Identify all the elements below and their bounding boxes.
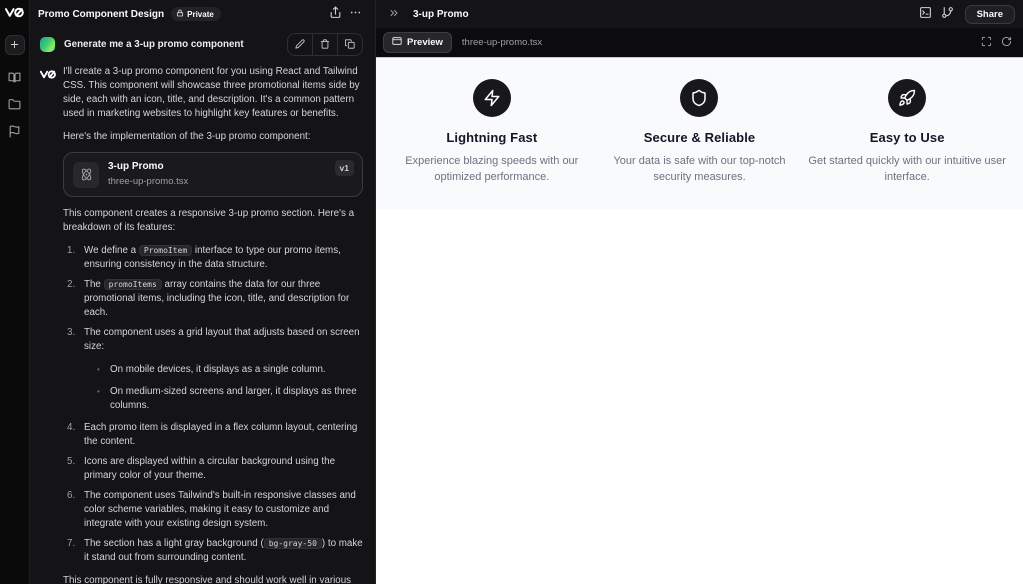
sidebar-item-feedback[interactable] [6, 124, 24, 142]
promo-description: Get started quickly with our intuitive u… [808, 155, 1006, 183]
sidebar-item-projects[interactable] [6, 97, 24, 115]
edit-message-button[interactable] [288, 34, 312, 55]
zap-icon [472, 79, 511, 117]
privacy-label: Private [187, 9, 214, 19]
share-chat-button[interactable] [325, 4, 345, 24]
assistant-message-body: I'll create a 3-up promo component for y… [63, 65, 363, 584]
promo-item: Lightning Fast Experience blazing speeds… [392, 79, 592, 185]
user-message-text: Generate me a 3-up promo component [64, 38, 244, 50]
promo-title: Secure & Reliable [643, 130, 756, 145]
copy-icon [345, 37, 355, 52]
nav-rail [0, 0, 30, 584]
assistant-paragraph: I'll create a 3-up promo component for y… [63, 66, 360, 119]
feature-list-item: 7. The section has a light gray backgroun… [67, 538, 363, 563]
version-badge: v1 [334, 160, 354, 176]
book-open-icon [8, 71, 21, 87]
git-branch-icon [941, 6, 954, 22]
lock-icon [176, 9, 184, 19]
flag-icon [8, 125, 21, 141]
user-avatar [40, 36, 55, 52]
component-icon [73, 161, 99, 188]
pencil-icon [295, 37, 305, 52]
maximize-icon [981, 35, 992, 50]
plus-icon [9, 38, 20, 53]
feature-list-item: 1. We define a PromoItem interface to typ… [67, 245, 341, 270]
message-actions [287, 32, 363, 56]
inline-code: promoItems [103, 279, 162, 290]
share-button[interactable]: Share [964, 4, 1015, 24]
assistant-paragraph: Here's the implementation of the 3-up pr… [63, 131, 311, 142]
assistant-message: I'll create a 3-up promo component for y… [39, 65, 363, 584]
collapse-panel-button[interactable] [384, 4, 404, 24]
copy-message-button[interactable] [337, 33, 362, 55]
preview-viewport: Lightning Fast Experience blazing speeds… [376, 57, 1023, 584]
code-block-title: 3-up Promo [108, 161, 164, 172]
preview-panel: 3-up Promo Share Preview three-up-promo.… [375, 0, 1023, 584]
chat-title: Promo Component Design [38, 8, 165, 20]
preview-tabbar: Preview three-up-promo.tsx [376, 28, 1023, 57]
feature-list: 1. We define a PromoItem interface to typ… [67, 244, 363, 565]
promo-description: Experience blazing speeds with our optim… [405, 155, 579, 183]
sidebar-item-library[interactable] [6, 70, 24, 88]
ellipsis-icon [349, 6, 362, 22]
feature-sub-item: On mobile devices, it displays as a sing… [97, 363, 363, 377]
promo-item: Secure & Reliable Your data is safe with… [600, 79, 800, 185]
feature-list-item: 5. Icons are displayed within a circular … [67, 456, 336, 481]
promo-description: Your data is safe with our top-notch sec… [613, 155, 786, 183]
versions-button[interactable] [937, 4, 959, 24]
fullscreen-button[interactable] [976, 33, 996, 53]
refresh-button[interactable] [996, 33, 1016, 53]
inline-code: PromoItem [138, 245, 193, 256]
tab-preview-label: Preview [407, 37, 443, 48]
tab-preview[interactable]: Preview [383, 32, 452, 53]
user-message: Generate me a 3-up promo component [40, 32, 363, 56]
more-options-button[interactable] [345, 4, 365, 24]
assistant-avatar [39, 66, 58, 80]
code-block-meta: 3-up Promo three-up-promo.tsx [108, 160, 188, 189]
code-block-filename: three-up-promo.tsx [108, 176, 189, 187]
feature-list-item: 3. The component uses a grid layout that … [67, 326, 363, 413]
rocket-icon [888, 79, 927, 117]
chat-panel: Promo Component Design Private Generate … [30, 0, 375, 584]
shield-icon [680, 79, 719, 117]
export-icon [329, 6, 342, 22]
trash-icon [320, 37, 330, 52]
folder-icon [8, 98, 21, 114]
feature-list-item: 6. The component uses Tailwind's built-in… [67, 490, 356, 529]
promo-section: Lightning Fast Experience blazing speeds… [376, 58, 1023, 209]
feature-sub-item: On medium-sized screens and larger, it d… [97, 385, 363, 413]
feature-list-item: 4. Each promo item is displayed in a flex… [67, 422, 358, 447]
console-button[interactable] [915, 4, 937, 24]
terminal-icon [919, 6, 932, 22]
v0-logo[interactable] [5, 7, 24, 18]
app-window-icon [392, 36, 402, 49]
assistant-paragraph: This component is fully responsive and s… [63, 575, 352, 584]
assistant-paragraph: This component creates a responsive 3-up… [63, 208, 355, 233]
code-block-card[interactable]: 3-up Promo three-up-promo.tsx v1 [63, 152, 363, 197]
inline-code: bg-gray-50 [263, 538, 322, 549]
tab-file[interactable]: three-up-promo.tsx [452, 34, 552, 51]
delete-message-button[interactable] [312, 33, 337, 55]
promo-title: Easy to Use [869, 130, 945, 145]
preview-panel-title: 3-up Promo [413, 8, 469, 20]
preview-panel-header: 3-up Promo Share [376, 0, 1023, 28]
chat-header: Promo Component Design Private [30, 0, 375, 28]
chevrons-right-icon [388, 7, 400, 22]
feature-list-item: 2. The promoItems array contains the data… [67, 279, 350, 318]
refresh-icon [1001, 35, 1012, 50]
privacy-badge[interactable]: Private [171, 7, 221, 21]
new-chat-button[interactable] [4, 35, 25, 55]
chat-scroll-area[interactable]: Generate me a 3-up promo component I'll … [30, 28, 375, 584]
promo-item: Easy to Use Get started quickly with our… [807, 79, 1007, 185]
promo-title: Lightning Fast [446, 130, 538, 145]
